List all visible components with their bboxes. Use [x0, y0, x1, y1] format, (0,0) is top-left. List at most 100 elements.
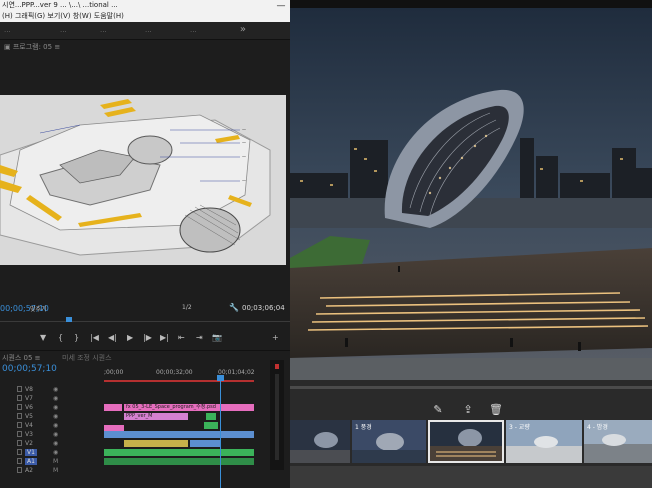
eye-icon[interactable]: ◉	[53, 386, 58, 393]
program-playhead[interactable]	[66, 317, 72, 322]
track-header-a2[interactable]: A2 M	[0, 467, 102, 475]
timeline-ruler[interactable]: ;00;00 00;00;32;00 00;01;04;02	[104, 369, 255, 383]
track-header-v3[interactable]: V3 ◉	[0, 431, 102, 439]
pencil-icon[interactable]: ✎	[430, 402, 446, 418]
eye-icon[interactable]: ◉	[53, 413, 58, 420]
workspace-tab[interactable]: ...	[60, 26, 67, 34]
audio-meter	[270, 360, 284, 470]
button-editor-plus[interactable]: +	[272, 333, 279, 342]
scene-thumbnail[interactable]: 3 - 교량	[506, 420, 582, 463]
workspace-tab[interactable]: ...	[4, 26, 11, 34]
add-marker-button[interactable]: ▼	[40, 333, 46, 342]
step-back-button[interactable]: ◀|	[108, 333, 117, 342]
clip-ver[interactable]: PPP_ver_M	[124, 413, 188, 420]
minimize-button[interactable]: —	[276, 2, 286, 12]
export-icon[interactable]: ⇪	[460, 402, 476, 418]
scene-thumbnail[interactable]	[290, 420, 350, 463]
eye-icon[interactable]: ◉	[53, 404, 58, 411]
workspace-tab[interactable]: ...	[145, 26, 152, 34]
lock-icon[interactable]	[17, 467, 22, 473]
clip[interactable]	[190, 440, 220, 447]
track-header-v4[interactable]: V4 ◉	[0, 422, 102, 430]
track-header-v1[interactable]: V1 ◉	[0, 449, 102, 457]
extract-button[interactable]: ⇥	[196, 333, 203, 342]
workspace-tabs: ... ... ... ... ... »	[0, 22, 290, 40]
eye-icon[interactable]: ◉	[53, 422, 58, 429]
clip-row[interactable]	[104, 431, 254, 438]
svg-text:—: —	[242, 140, 246, 145]
workspace-tab[interactable]: ...	[190, 26, 197, 34]
lock-icon[interactable]	[17, 395, 22, 401]
program-ruler[interactable]	[0, 316, 290, 322]
mute-icon[interactable]: M	[53, 467, 58, 474]
track-name: V5	[25, 413, 33, 420]
audio-clip[interactable]	[104, 458, 254, 465]
settings-wrench-icon[interactable]: 🔧	[229, 303, 239, 312]
lock-icon[interactable]	[17, 431, 22, 437]
eye-icon[interactable]: ◉	[53, 440, 58, 447]
ruler-tick: ;00;00	[104, 369, 124, 376]
track-header-v5[interactable]: V5 ◉	[0, 413, 102, 421]
track-name: V3	[25, 431, 33, 438]
eye-icon[interactable]: ◉	[53, 431, 58, 438]
play-button[interactable]: ▶	[127, 333, 133, 342]
clip-psd[interactable]: fx 05_3-LE_Space_program_수정.psd	[124, 404, 254, 411]
work-area-bar[interactable]	[104, 380, 254, 382]
track-name: V7	[25, 395, 33, 402]
track-name: V8	[25, 386, 33, 393]
scene-thumbnail-active[interactable]	[428, 420, 504, 463]
lock-icon[interactable]	[17, 404, 22, 410]
go-to-in-button[interactable]: |◀	[90, 333, 99, 342]
program-duration: 00;03;06;04	[242, 304, 285, 312]
track-header-v7[interactable]: V7 ◉	[0, 395, 102, 403]
clip[interactable]	[206, 413, 216, 420]
timeline-timecode[interactable]: 00;00;57;10	[2, 364, 57, 374]
scene-thumbnail[interactable]: 1 풍경	[352, 420, 426, 463]
lock-icon[interactable]	[17, 386, 22, 392]
mute-icon[interactable]: M	[53, 458, 58, 465]
thumbnail-label: 1 풍경	[355, 424, 372, 431]
track-header-v8[interactable]: V8 ◉	[0, 386, 102, 394]
meter-peak	[275, 364, 279, 369]
resolution-select[interactable]: 1/2	[182, 304, 222, 314]
menu-bar[interactable]: (H) 그래픽(G) 보기(V) 창(W) 도움말(H)	[2, 11, 124, 21]
tab-program-monitor[interactable]: ▣ 프로그램: 05 ≡	[4, 42, 60, 52]
go-to-out-button[interactable]: ▶|	[160, 333, 169, 342]
thumbnail-scrollbar[interactable]	[290, 386, 652, 389]
track-headers: V8 ◉ V7 ◉ V6 ◉ V5 ◉ V4 ◉ V3 ◉ V2 ◉ V1 ◉ A1 M A2 M	[0, 386, 102, 488]
clip[interactable]	[124, 440, 188, 447]
track-header-v2[interactable]: V2 ◉	[0, 440, 102, 448]
tab-sequence[interactable]: 시퀀스 05 ≡	[2, 353, 41, 363]
clip[interactable]	[104, 404, 122, 411]
clip[interactable]	[204, 422, 218, 429]
audio-clip[interactable]	[104, 449, 254, 456]
ruler-tick: 00;00;32;00	[156, 369, 193, 376]
transport-controls: ▼ { } |◀ ◀| ▶ |▶ ▶| ⇤ ⇥ 📷 +	[0, 333, 290, 347]
workspace-tab[interactable]: ...	[100, 26, 107, 34]
lock-icon[interactable]	[17, 422, 22, 428]
track-header-v6[interactable]: V6 ◉	[0, 404, 102, 412]
track-name: A1	[25, 458, 37, 465]
trash-icon[interactable]: 🗑	[488, 402, 504, 418]
scene-thumbnail[interactable]: 4 - 밤경	[584, 420, 652, 463]
camera-icon[interactable]: 📷	[212, 333, 222, 342]
track-header-a1[interactable]: A1 M	[0, 458, 102, 466]
svg-text:—: —	[242, 154, 246, 159]
tab-sequence-2[interactable]: 미세 조정 시퀀스	[62, 353, 112, 363]
eye-icon[interactable]: ◉	[53, 449, 58, 456]
lock-icon[interactable]	[17, 458, 22, 464]
mark-out-button[interactable]: }	[74, 333, 79, 342]
eye-icon[interactable]: ◉	[53, 395, 58, 402]
night-render-scene	[290, 8, 652, 380]
night-render-image	[290, 8, 652, 380]
screen: 시연...PPP...ver 9 ... \...\ ...tional ...…	[0, 0, 652, 488]
lock-icon[interactable]	[17, 440, 22, 446]
more-tabs-icon[interactable]: »	[240, 24, 246, 35]
lift-button[interactable]: ⇤	[178, 333, 185, 342]
mark-in-button[interactable]: {	[58, 333, 63, 342]
zoom-fit-select[interactable]: 맞추기	[30, 304, 68, 314]
lock-icon[interactable]	[17, 413, 22, 419]
lock-icon[interactable]	[17, 449, 22, 455]
step-forward-button[interactable]: |▶	[143, 333, 152, 342]
thumbnail-label: 3 - 교량	[509, 424, 530, 431]
